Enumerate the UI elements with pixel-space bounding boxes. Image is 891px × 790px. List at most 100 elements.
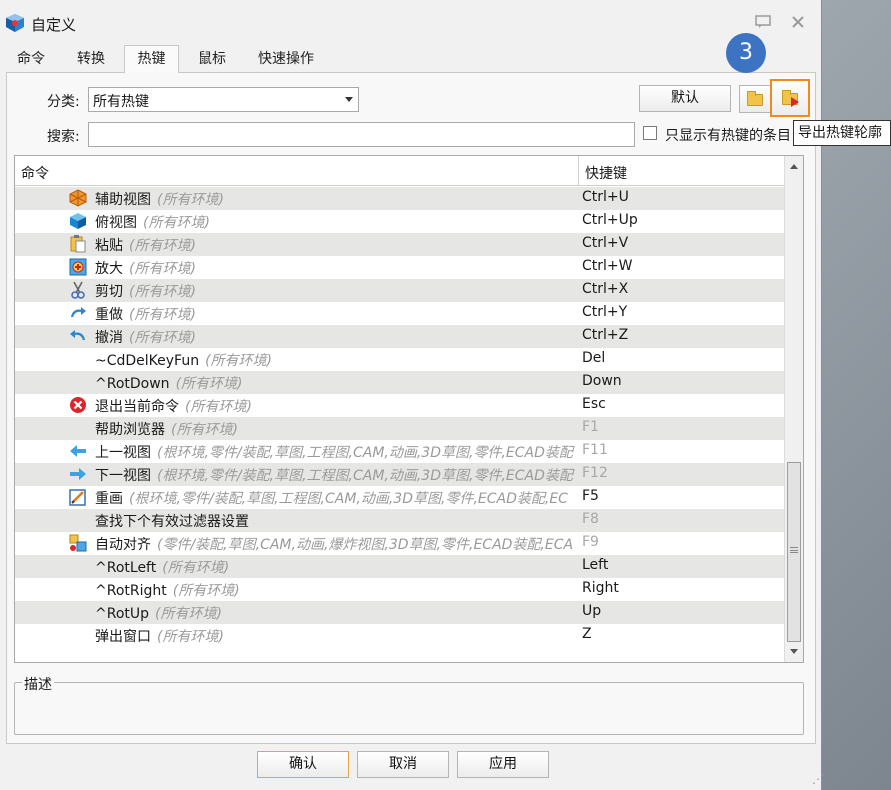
table-row[interactable]: 弹出窗口 (所有环境) Z (15, 624, 784, 647)
table-row[interactable]: 剪切 (所有环境) Ctrl+X (15, 279, 784, 302)
command-name: 撤消 (所有环境) (95, 327, 575, 347)
command-environment: (所有环境) (155, 606, 222, 622)
tab-mouse[interactable]: 鼠标 (187, 46, 237, 73)
grip-icon (790, 547, 798, 553)
arrow-right-icon (68, 465, 88, 483)
command-environment: (所有环境) (205, 353, 273, 369)
scroll-up-icon[interactable] (790, 164, 798, 169)
export-hotkeys-button[interactable] (770, 79, 810, 117)
command-label: 自动对齐 (95, 537, 151, 553)
shortcut-key: Up (582, 603, 602, 619)
command-label: 重画 (95, 491, 123, 507)
description-box (14, 682, 804, 735)
tab-commands[interactable]: 命令 (6, 46, 56, 73)
table-row[interactable]: 辅助视图 (所有环境) Ctrl+U (15, 187, 784, 210)
command-name: 俯视图 (所有环境) (95, 212, 575, 232)
annotation-step-badge: 3 (726, 33, 766, 73)
command-environment: (所有环境) (129, 330, 196, 346)
export-arrow-icon (791, 97, 799, 107)
only-hotkeys-label: 只显示有热键的条目 (665, 128, 791, 144)
command-label: 撤消 (95, 330, 123, 346)
tab-transform[interactable]: 转换 (66, 46, 116, 73)
command-label: 剪切 (95, 284, 123, 300)
table-row[interactable]: ^RotDown (所有环境) Down (15, 371, 784, 394)
auto-align-icon (68, 534, 88, 552)
command-name: 弹出窗口 (所有环境) (95, 626, 575, 646)
arrow-left-icon (68, 442, 88, 460)
shortcut-key: F8 (582, 511, 599, 527)
table-row[interactable]: 上一视图 (根环境,零件/装配,草图,工程图,CAM,动画,3D草图,零件,ECA… (15, 440, 784, 463)
scroll-down-icon[interactable] (790, 649, 798, 654)
command-name: 放大 (所有环境) (95, 258, 575, 278)
ok-button[interactable]: 确认 (257, 751, 349, 778)
tab-quick-actions[interactable]: 快速操作 (246, 46, 326, 73)
shortcut-key: Ctrl+Z (582, 327, 629, 343)
category-value: 所有热键 (93, 94, 149, 110)
shortcut-key: Ctrl+Up (582, 212, 638, 228)
column-divider[interactable] (578, 156, 579, 186)
chevron-down-icon (345, 97, 353, 102)
command-label: 放大 (95, 261, 123, 277)
description-label: 描述 (22, 674, 54, 694)
customize-dialog: 自定义 命令 转换 热键 鼠标 快速操作 分类: 所有热键 默认 搜索: 只显示… (0, 0, 824, 790)
resize-grip-icon[interactable]: ⋰ (812, 772, 824, 786)
apply-button[interactable]: 应用 (457, 751, 549, 778)
command-environment: (所有环境) (129, 284, 196, 300)
command-name: 退出当前命令 (所有环境) (95, 396, 575, 416)
command-environment: (根环境,零件/装配,草图,工程图,CAM,动画,3D草图,零件,ECAD装配,… (129, 491, 568, 507)
tab-hotkeys[interactable]: 热键 (124, 45, 179, 73)
window-title: 自定义 (31, 16, 77, 34)
command-environment: (所有环境) (185, 399, 252, 415)
table-row[interactable]: ^RotRight (所有环境) Right (15, 578, 784, 601)
command-environment: (所有环境) (162, 560, 230, 576)
shortcut-key: F12 (582, 465, 608, 481)
command-name: 查找下个有效过滤器设置 (95, 511, 575, 531)
title-bar: 自定义 (0, 0, 822, 46)
command-environment: (所有环境) (129, 238, 196, 254)
close-icon[interactable] (787, 12, 809, 32)
column-shortcut-header[interactable]: 快捷键 (585, 163, 627, 183)
cube-orange-icon (68, 189, 88, 207)
table-row[interactable]: 粘贴 (所有环境) Ctrl+V (15, 233, 784, 256)
only-hotkeys-checkbox[interactable] (643, 126, 657, 140)
command-label: 退出当前命令 (95, 399, 179, 415)
vertical-scrollbar[interactable] (784, 156, 803, 662)
command-label: 上一视图 (95, 445, 151, 461)
table-row[interactable]: 重画 (根环境,零件/装配,草图,工程图,CAM,动画,3D草图,零件,ECAD装… (15, 486, 784, 509)
redo-icon (68, 304, 88, 322)
table-row[interactable]: 撤消 (所有环境) Ctrl+Z (15, 325, 784, 348)
command-environment: (所有环境) (157, 192, 224, 208)
table-row[interactable]: 俯视图 (所有环境) Ctrl+Up (15, 210, 784, 233)
table-row[interactable]: 下一视图 (根环境,零件/装配,草图,工程图,CAM,动画,3D草图,零件,ECA… (15, 463, 784, 486)
table-row[interactable]: 自动对齐 (零件/装配,草图,CAM,动画,爆炸视图,3D草图,零件,ECAD装配… (15, 532, 784, 555)
command-name: 重画 (根环境,零件/装配,草图,工程图,CAM,动画,3D草图,零件,ECAD装… (95, 488, 575, 508)
default-button[interactable]: 默认 (639, 85, 731, 112)
category-dropdown[interactable]: 所有热键 (88, 87, 359, 112)
table-row[interactable]: ~CdDelKeyFun (所有环境) Del (15, 348, 784, 371)
command-environment: (所有环境) (143, 215, 210, 231)
table-row[interactable]: 查找下个有效过滤器设置 F8 (15, 509, 784, 532)
chat-bubble-icon[interactable] (752, 12, 774, 32)
shortcut-key: Left (582, 557, 609, 573)
import-hotkeys-button[interactable] (739, 85, 771, 113)
table-row[interactable]: ^RotUp (所有环境) Up (15, 601, 784, 624)
command-environment: (所有环境) (157, 629, 224, 645)
command-environment: (所有环境) (129, 261, 196, 277)
table-row[interactable]: 帮助浏览器 (所有环境) F1 (15, 417, 784, 440)
app-logo-icon (6, 14, 24, 32)
cancel-button[interactable]: 取消 (357, 751, 449, 778)
command-environment: (所有环境) (175, 376, 243, 392)
command-label: ~CdDelKeyFun (95, 353, 200, 369)
table-row[interactable]: 重做 (所有环境) Ctrl+Y (15, 302, 784, 325)
table-row[interactable]: ^RotLeft (所有环境) Left (15, 555, 784, 578)
table-row[interactable]: 放大 (所有环境) Ctrl+W (15, 256, 784, 279)
search-input[interactable] (88, 122, 635, 147)
command-environment: (零件/装配,草图,CAM,动画,爆炸视图,3D草图,零件,ECAD装配,ECA (157, 537, 574, 553)
command-label: 辅助视图 (95, 192, 151, 208)
shortcut-key: Ctrl+V (582, 235, 629, 251)
column-command-header[interactable]: 命令 (21, 163, 49, 183)
scroll-thumb[interactable] (787, 462, 801, 642)
export-tooltip: 导出热键轮廓 (793, 120, 891, 146)
table-row[interactable]: 退出当前命令 (所有环境) Esc (15, 394, 784, 417)
shortcut-key: Ctrl+X (582, 281, 629, 297)
